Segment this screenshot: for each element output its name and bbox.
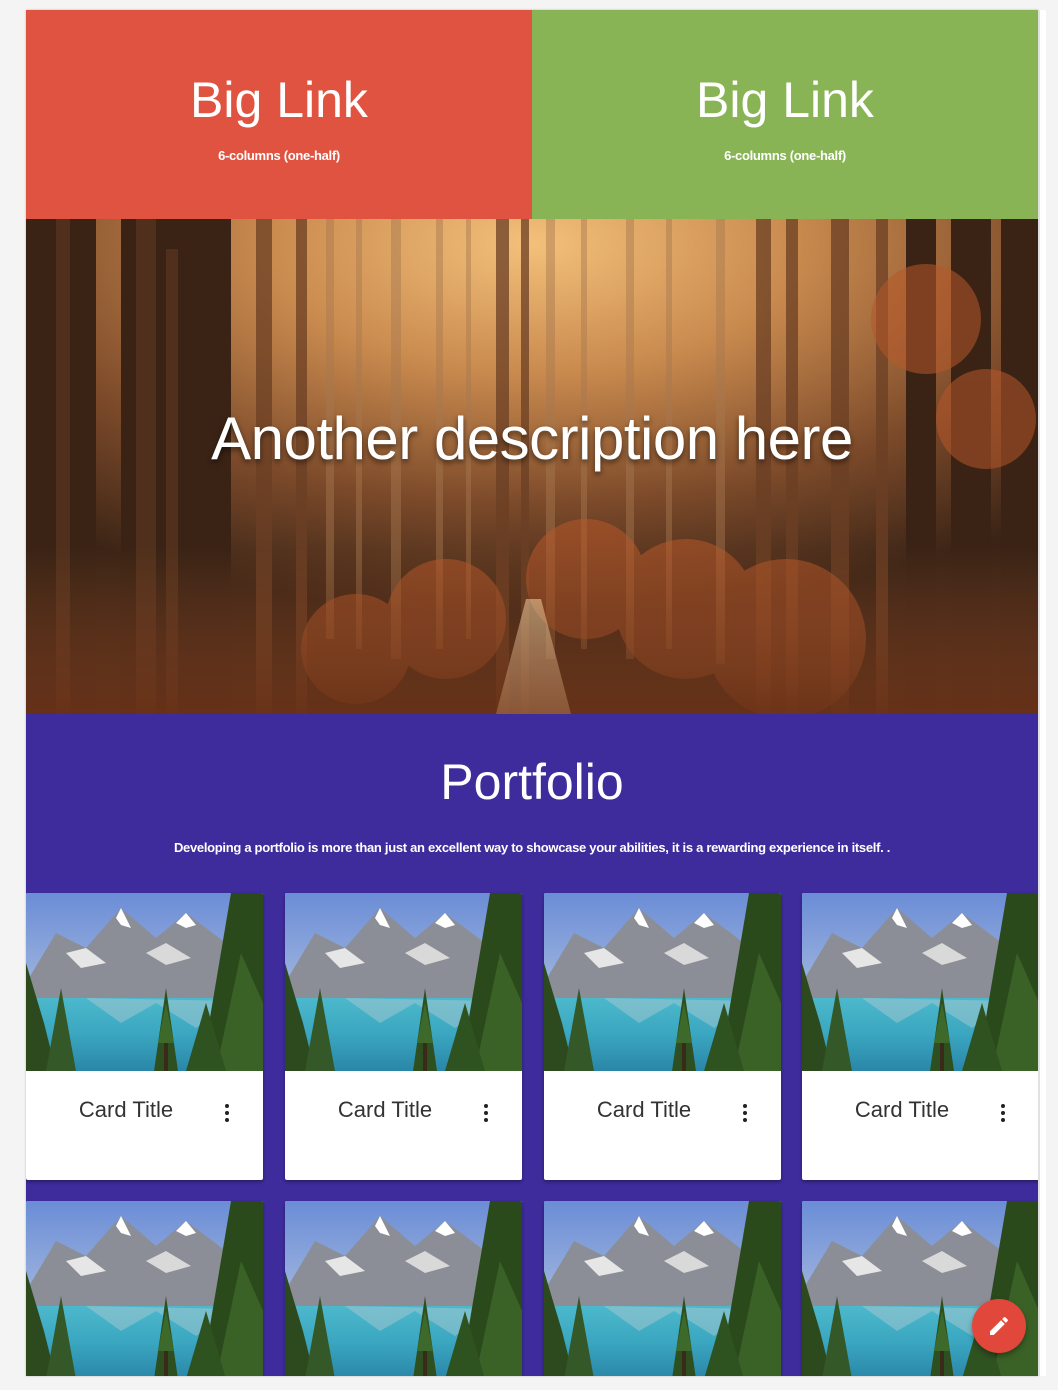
portfolio-title: Portfolio bbox=[440, 754, 624, 810]
hero-section: Another description here bbox=[26, 219, 1038, 714]
big-link-title: Big Link bbox=[190, 72, 368, 128]
card-image bbox=[26, 893, 263, 1071]
portfolio-card[interactable]: Card Title bbox=[802, 893, 1038, 1180]
more-vert-icon[interactable] bbox=[991, 1101, 1015, 1125]
portfolio-description: Developing a portfolio is more than just… bbox=[173, 840, 891, 855]
pencil-icon bbox=[990, 1316, 1009, 1335]
card-title: Card Title bbox=[337, 1097, 433, 1122]
card-title-bar: Card Title bbox=[802, 1071, 1038, 1151]
card-title: Card Title bbox=[854, 1097, 950, 1122]
portfolio-card[interactable]: Card Title bbox=[285, 893, 522, 1180]
card-image bbox=[544, 1201, 781, 1376]
card-image bbox=[26, 1201, 263, 1376]
big-link-left[interactable]: Big Link 6-columns (one-half) bbox=[26, 10, 532, 219]
big-links-row: Big Link 6-columns (one-half) Big Link 6… bbox=[26, 10, 1038, 219]
big-link-title: Big Link bbox=[696, 72, 874, 128]
card-image bbox=[285, 1201, 522, 1376]
more-vert-icon[interactable] bbox=[733, 1101, 757, 1125]
hero-text: Another description here bbox=[211, 405, 853, 472]
card-title-bar: Card Title bbox=[544, 1071, 781, 1151]
big-link-subtitle: 6-columns (one-half) bbox=[724, 148, 846, 163]
more-vert-icon[interactable] bbox=[474, 1101, 498, 1125]
page: Big Link 6-columns (one-half) Big Link 6… bbox=[26, 10, 1038, 1376]
portfolio-card[interactable] bbox=[544, 1201, 781, 1376]
card-title-bar: Card Title bbox=[26, 1071, 263, 1151]
card-title: Card Title bbox=[78, 1097, 174, 1122]
portfolio-card[interactable]: Card Title bbox=[544, 893, 781, 1180]
card-image bbox=[544, 893, 781, 1071]
card-title-bar: Card Title bbox=[285, 1071, 522, 1151]
card-image bbox=[285, 893, 522, 1071]
edit-fab-button[interactable] bbox=[972, 1299, 1026, 1353]
portfolio-card[interactable] bbox=[285, 1201, 522, 1376]
portfolio-section: Portfolio Developing a portfolio is more… bbox=[26, 714, 1038, 1376]
scrollbar[interactable] bbox=[1039, 10, 1046, 1376]
portfolio-card[interactable] bbox=[26, 1201, 263, 1376]
big-link-subtitle: 6-columns (one-half) bbox=[218, 148, 340, 163]
more-vert-icon[interactable] bbox=[215, 1101, 239, 1125]
big-link-right[interactable]: Big Link 6-columns (one-half) bbox=[532, 10, 1038, 219]
portfolio-card[interactable]: Card Title bbox=[26, 893, 263, 1180]
card-image bbox=[802, 893, 1038, 1071]
card-title: Card Title bbox=[596, 1097, 692, 1122]
